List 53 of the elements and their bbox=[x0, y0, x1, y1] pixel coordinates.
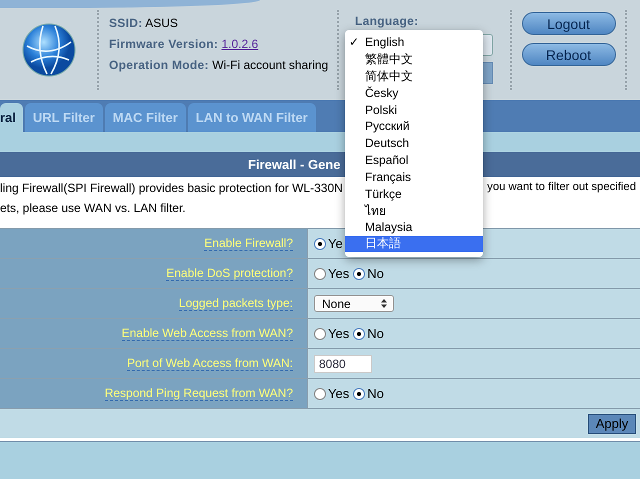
setting-label: Enable Web Access from WAN? bbox=[122, 326, 293, 341]
firmware-label: Firmware Version: bbox=[109, 37, 218, 51]
header-button[interactable]: Logout bbox=[522, 12, 616, 35]
setting-label: Enable DoS protection? bbox=[166, 266, 293, 281]
language-label: Language: bbox=[355, 14, 420, 28]
mode-value: Wi-Fi account sharing bbox=[212, 58, 328, 72]
language-option[interactable]: 繁體中文 bbox=[345, 50, 483, 68]
radio-button[interactable] bbox=[314, 388, 326, 400]
apply-button[interactable]: Apply bbox=[588, 414, 636, 434]
radio-label: Yes bbox=[328, 266, 350, 281]
radio-label: No bbox=[367, 266, 384, 281]
section-title: Firewall - Gene bbox=[248, 157, 340, 172]
radio-label: Yes bbox=[328, 386, 350, 401]
radio-label: Yes bbox=[328, 326, 350, 341]
language-option[interactable]: Malaysia bbox=[345, 218, 483, 236]
setting-label: Enable Firewall? bbox=[204, 236, 293, 251]
tab[interactable]: ral bbox=[0, 103, 23, 132]
mode-label: Operation Mode: bbox=[109, 58, 209, 72]
ssid-value: ASUS bbox=[145, 16, 178, 30]
radio-button[interactable] bbox=[353, 328, 366, 340]
port-field[interactable]: 8080 bbox=[314, 354, 372, 372]
language-option[interactable]: Español bbox=[345, 152, 483, 168]
description-text: ets, please use WAN vs. LAN filter. bbox=[0, 201, 186, 215]
language-option[interactable]: Deutsch bbox=[345, 134, 483, 152]
language-option[interactable]: Polski bbox=[345, 101, 483, 118]
check-icon: ✓ bbox=[349, 35, 359, 50]
radio-button[interactable] bbox=[314, 328, 326, 340]
language-option[interactable]: Français bbox=[345, 168, 483, 186]
language-option[interactable]: Türkçe bbox=[345, 185, 483, 202]
description-text: ling Firewall(SPI Firewall) provides basic protection for WL-330N bbox=[0, 181, 343, 195]
radio-label: No bbox=[367, 326, 384, 341]
radio-button[interactable] bbox=[314, 238, 326, 250]
description-text: you want to filter out specified bbox=[487, 181, 636, 195]
radio-label: Ye bbox=[328, 236, 343, 251]
language-option[interactable]: ✓ English bbox=[345, 34, 483, 51]
setting-label: Logged packets type: bbox=[178, 296, 293, 311]
radio-button[interactable] bbox=[353, 388, 366, 400]
setting-label: Respond Ping Request from WAN? bbox=[104, 386, 293, 401]
language-option[interactable]: ไทย bbox=[345, 202, 483, 219]
packets-select[interactable]: None bbox=[314, 295, 394, 312]
language-option[interactable]: 简体中文 bbox=[345, 68, 483, 84]
language-option[interactable]: Česky bbox=[345, 84, 483, 102]
radio-label: No bbox=[367, 386, 384, 401]
radio-button[interactable] bbox=[353, 268, 366, 280]
setting-label: Port of Web Access from WAN: bbox=[126, 356, 293, 371]
globe-icon bbox=[20, 22, 76, 78]
language-option[interactable]: 日本語 bbox=[345, 236, 483, 252]
updown-icon bbox=[381, 299, 387, 308]
header-button[interactable]: Reboot bbox=[522, 43, 616, 66]
firmware-link[interactable]: 1.0.2.6 bbox=[221, 37, 258, 51]
radio-button[interactable] bbox=[314, 268, 326, 280]
ssid-label: SSID: bbox=[109, 16, 143, 30]
language-option[interactable]: Русский bbox=[345, 118, 483, 135]
